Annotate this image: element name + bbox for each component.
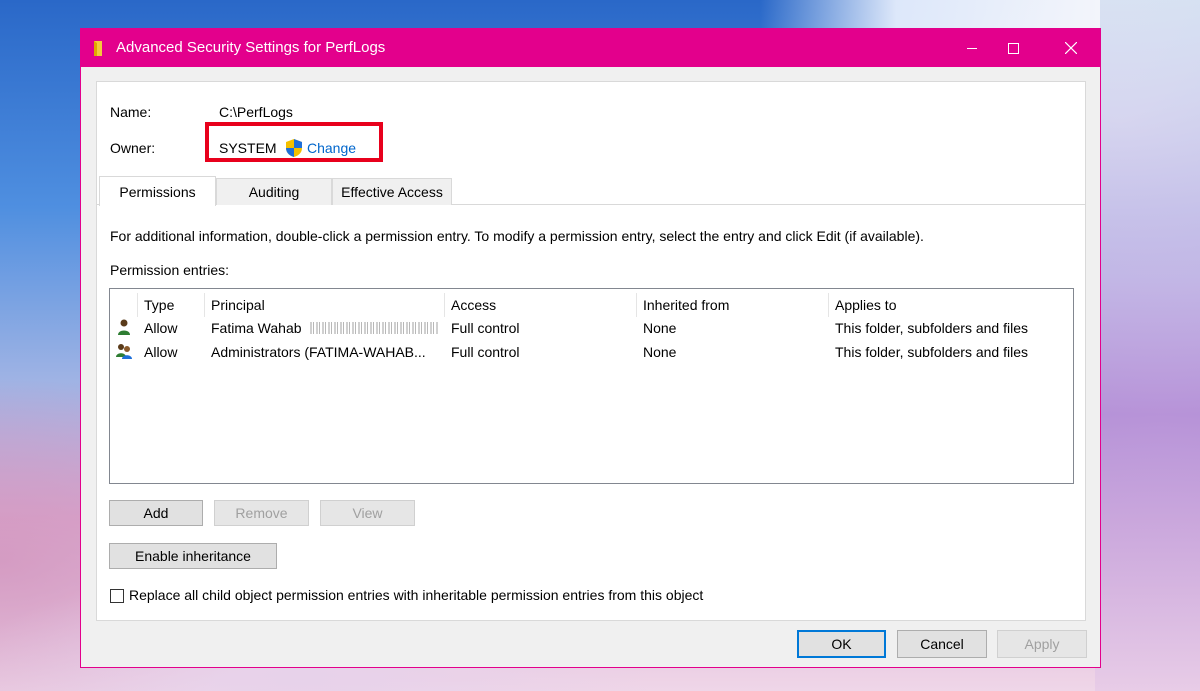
close-icon	[1065, 42, 1077, 54]
group-icon	[115, 342, 133, 360]
row2-principal: Administrators (FATIMA-WAHAB...	[211, 344, 426, 360]
row2-access: Full control	[451, 344, 519, 360]
apply-button[interactable]: Apply	[997, 630, 1087, 658]
column-header-access[interactable]: Access	[444, 293, 636, 317]
row1-type: Allow	[144, 320, 177, 336]
enable-inheritance-button[interactable]: Enable inheritance	[109, 543, 277, 569]
row1-applies-to: This folder, subfolders and files	[835, 320, 1028, 336]
owner-label: Owner:	[110, 140, 155, 156]
maximize-button[interactable]	[990, 29, 1036, 67]
name-value: C:\PerfLogs	[219, 104, 293, 120]
add-button[interactable]: Add	[109, 500, 203, 526]
redacted-email	[310, 322, 438, 334]
tab-permissions[interactable]: Permissions	[99, 176, 216, 206]
wallpaper-ice-top	[760, 0, 1100, 30]
column-header-principal-label: Principal	[211, 297, 265, 313]
column-header-type-label: Type	[144, 297, 174, 313]
minimize-icon	[967, 48, 977, 49]
minimize-button[interactable]	[949, 29, 995, 67]
column-header-inherited-from-label: Inherited from	[643, 297, 729, 313]
advanced-security-dialog: Advanced Security Settings for PerfLogs …	[80, 28, 1101, 668]
column-header-applies-to-label: Applies to	[835, 297, 896, 313]
row1-inherited: None	[643, 320, 676, 336]
user-icon	[115, 318, 133, 336]
permission-entries-list[interactable]: Type Principal Access Inherited from App…	[109, 288, 1074, 484]
row1-principal: Fatima Wahab	[211, 320, 302, 336]
close-button[interactable]	[1048, 29, 1094, 67]
title-bar[interactable]: Advanced Security Settings for PerfLogs	[81, 29, 1100, 67]
tab-auditing-label: Auditing	[249, 184, 300, 200]
name-label: Name:	[110, 104, 151, 120]
replace-child-permissions-checkbox[interactable]	[110, 589, 124, 603]
column-header-access-label: Access	[451, 297, 496, 313]
permission-entries-label: Permission entries:	[110, 262, 229, 278]
cancel-button[interactable]: Cancel	[897, 630, 987, 658]
row2-type: Allow	[144, 344, 177, 360]
content-panel: Name: C:\PerfLogs Owner: SYSTEM Change P…	[96, 81, 1086, 621]
tab-effective-access[interactable]: Effective Access	[332, 178, 452, 205]
window-title: Advanced Security Settings for PerfLogs	[116, 39, 385, 56]
info-text: For additional information, double-click…	[110, 228, 924, 244]
row1-access: Full control	[451, 320, 519, 336]
owner-value: SYSTEM	[219, 140, 277, 156]
wallpaper-ice	[1095, 0, 1200, 691]
column-header-applies-to[interactable]: Applies to	[828, 293, 1073, 317]
view-button[interactable]: View	[320, 500, 415, 526]
column-header-principal[interactable]: Principal	[204, 293, 444, 317]
column-header-type[interactable]: Type	[137, 293, 204, 317]
row2-applies-to: This folder, subfolders and files	[835, 344, 1028, 360]
maximize-icon	[1008, 43, 1019, 54]
column-header-inherited-from[interactable]: Inherited from	[636, 293, 828, 317]
folder-icon	[93, 40, 107, 57]
tab-permissions-label: Permissions	[119, 184, 195, 200]
tab-effective-access-label: Effective Access	[341, 184, 443, 200]
ok-button[interactable]: OK	[797, 630, 886, 658]
change-owner-link[interactable]: Change	[307, 140, 356, 156]
replace-child-permissions-label: Replace all child object permission entr…	[129, 587, 703, 603]
uac-shield-icon	[285, 138, 303, 158]
row2-inherited: None	[643, 344, 676, 360]
remove-button[interactable]: Remove	[214, 500, 309, 526]
tab-auditing[interactable]: Auditing	[216, 178, 332, 205]
